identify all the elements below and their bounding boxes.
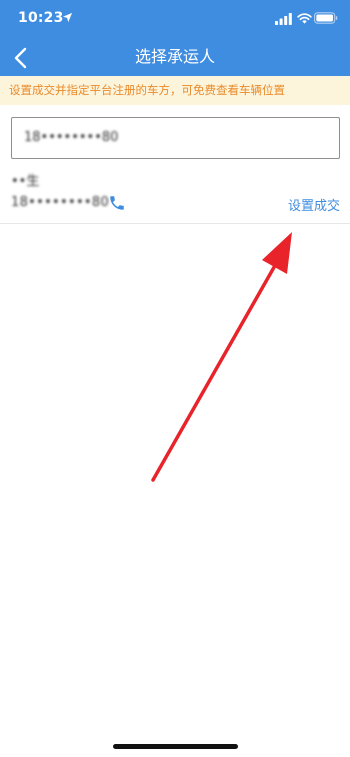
- location-arrow-icon: [62, 12, 73, 23]
- home-indicator: [113, 744, 238, 749]
- page-title: 选择承运人: [134, 47, 215, 66]
- wifi-icon: [297, 13, 312, 24]
- carrier-name: ••生: [11, 174, 40, 189]
- search-input-value: 18••••••••80: [24, 130, 119, 145]
- carrier-phone: 18••••••••80: [11, 195, 110, 210]
- cellular-signal-icon: [275, 13, 292, 25]
- set-deal-button[interactable]: 设置成交: [288, 195, 340, 214]
- status-bar: 10:23: [0, 0, 350, 40]
- notice-banner: 设置成交并指定平台注册的车方，可免费查看车辆位置: [0, 76, 350, 105]
- app-header: 10:23 选择承运人: [0, 0, 350, 76]
- red-arrow-annotation: [151, 232, 292, 482]
- status-time: 10:23: [18, 10, 64, 26]
- carrier-list-item: ••生 18••••••••80 设置成交: [0, 165, 350, 224]
- phone-icon[interactable]: [108, 194, 126, 212]
- search-input[interactable]: 18••••••••80: [11, 117, 340, 159]
- battery-icon: [314, 12, 338, 24]
